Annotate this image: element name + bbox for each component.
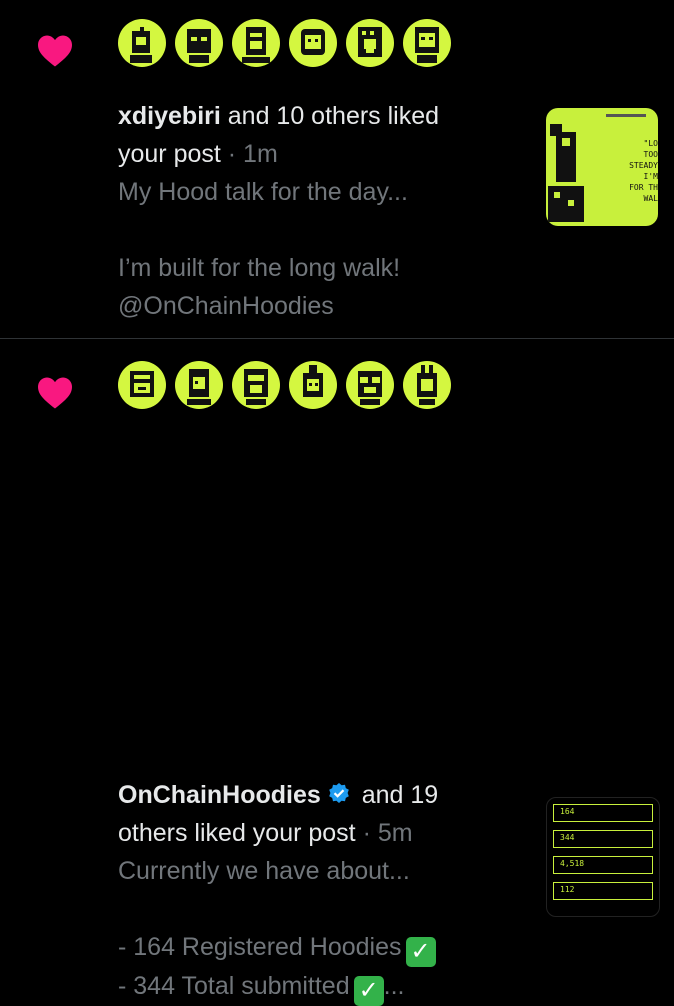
post-preview-blank: [118, 890, 518, 928]
avatar[interactable]: [175, 19, 223, 67]
avatar[interactable]: [118, 19, 166, 67]
liker-avatars: [118, 19, 451, 67]
post-preview-blank: [118, 211, 518, 249]
timestamp: · 5m: [355, 819, 413, 847]
check-mark-button-emoji: ✓: [353, 976, 384, 1006]
post-preview-line: @OnChainHoodies: [118, 292, 334, 320]
stat-box: 4,518: [553, 856, 653, 874]
avatar[interactable]: [289, 361, 337, 409]
heart-icon: [38, 377, 72, 409]
check-mark-button-emoji: ✓: [405, 937, 436, 967]
liker-avatars: [118, 361, 451, 409]
heart-icon: [38, 35, 72, 67]
post-preview-line: Currently we have about...: [118, 857, 410, 885]
notification-text: xdiyebiri and 10 others liked your post …: [118, 97, 518, 325]
quote-line: I'M: [643, 172, 658, 181]
quote-line: "LO: [643, 139, 658, 148]
stat-box: 112: [553, 882, 653, 900]
action-text: and 10 others liked: [220, 102, 440, 130]
action-text: others liked your post: [118, 819, 356, 847]
avatar[interactable]: [346, 361, 394, 409]
thumbnail-quote: "LO TOO STEADY I'M FOR TH WAL: [608, 138, 658, 204]
quote-line: TOO: [643, 150, 658, 159]
avatar[interactable]: [289, 19, 337, 67]
stat-value: 164: [560, 807, 575, 816]
ellipsis: ...: [383, 972, 405, 1000]
notification-like-1[interactable]: xdiyebiri and 10 others liked your post …: [0, 0, 674, 338]
action-text: and 19: [354, 781, 439, 809]
post-thumbnail[interactable]: "LO TOO STEADY I'M FOR TH WAL: [546, 108, 658, 226]
avatar[interactable]: [175, 361, 223, 409]
action-text: your post: [118, 140, 221, 168]
post-preview-line: My Hood talk for the day...: [118, 178, 408, 206]
quote-line: WAL: [643, 194, 658, 203]
avatar[interactable]: [118, 361, 166, 409]
stat-value: 4,518: [560, 859, 585, 868]
actor-name[interactable]: xdiyebiri: [118, 102, 221, 130]
stat-value: 344: [560, 833, 575, 842]
post-preview-line: - 344 Total submitted: [118, 972, 350, 1000]
quote-line: FOR TH: [629, 183, 658, 192]
post-thumbnail[interactable]: 164 344 4,518 112: [546, 797, 660, 917]
notification-like-2[interactable]: OnChainHoodies and 19 others liked your …: [0, 339, 674, 1006]
stat-value: 112: [560, 885, 575, 894]
avatar[interactable]: [403, 19, 451, 67]
avatar[interactable]: [232, 361, 280, 409]
notification-text: OnChainHoodies and 19 others liked your …: [118, 776, 518, 1006]
post-preview-line: I’m built for the long walk!: [118, 254, 401, 282]
post-preview-line: - 164 Registered Hoodies: [118, 933, 402, 961]
actor-name[interactable]: OnChainHoodies: [118, 781, 321, 809]
quote-line: STEADY: [629, 161, 658, 170]
avatar[interactable]: [403, 361, 451, 409]
avatar[interactable]: [346, 19, 394, 67]
avatar[interactable]: [232, 19, 280, 67]
stat-box: 344: [553, 830, 653, 848]
stat-box: 164: [553, 804, 653, 822]
timestamp: · 1m: [220, 140, 278, 168]
verified-badge-icon: [328, 783, 349, 803]
